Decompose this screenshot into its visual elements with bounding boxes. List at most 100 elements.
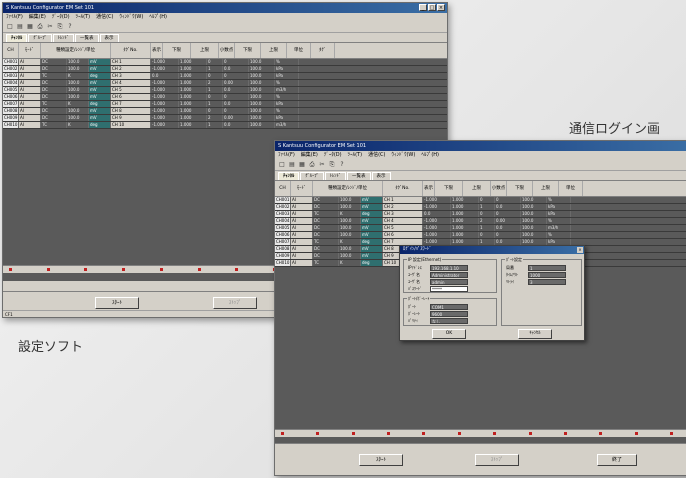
field-input[interactable]: COM1 xyxy=(430,304,468,310)
table-cell[interactable]: AI xyxy=(19,73,41,79)
toolbar-button-icon[interactable]: ▦ xyxy=(26,23,34,31)
table-row[interactable]: CH002 AI DC 100.0 mV CH 2 -1.000 1.000 1 0.0 100.0… xyxy=(3,66,447,73)
table-row[interactable]: CH006 AI DC 100.0 mV CH 6 -1.000 1.000 0 0 100.0% xyxy=(3,94,447,101)
toolbar-button-icon[interactable]: □ xyxy=(6,23,14,31)
menu-item[interactable]: 編集(E) xyxy=(301,151,318,160)
column-header[interactable]: 下限 xyxy=(235,43,261,58)
cancel-button[interactable]: ｷｬﾝｾﾙ xyxy=(518,329,552,339)
column-header[interactable]: 単位 xyxy=(559,181,583,196)
tab[interactable]: 一覧表 xyxy=(347,172,371,180)
table-cell[interactable]: CH 4 xyxy=(383,218,423,224)
table-cell[interactable]: AI xyxy=(291,197,313,203)
table-cell[interactable]: CH 7 xyxy=(111,101,151,107)
toolbar-button-icon[interactable]: ✂ xyxy=(46,23,54,31)
toolbar-button-icon[interactable]: ▤ xyxy=(16,23,24,31)
column-header[interactable]: 上限 xyxy=(261,43,287,58)
toolbar-button-icon[interactable]: ⎙ xyxy=(308,161,316,169)
table-row[interactable]: CH009AIDC100.0mVCH 9-1.0001.00020.00100.… xyxy=(3,115,447,122)
table-cell[interactable]: AI xyxy=(291,239,313,245)
field-input[interactable]: 9600 xyxy=(430,311,468,317)
tab[interactable]: ﾁｬﾝﾈﾙ xyxy=(278,172,300,180)
column-header[interactable]: 表示 xyxy=(151,43,163,58)
menu-item[interactable]: ｳｨﾝﾄﾞｳ(W) xyxy=(391,151,415,160)
table-cell[interactable]: AI xyxy=(291,246,313,252)
table-row[interactable]: CH006 AI DC 100.0 mV CH 6 -1.000 1.000 0 0 100.0% xyxy=(275,232,686,239)
field-input[interactable]: admin xyxy=(430,279,468,285)
table-cell[interactable]: CH 3 xyxy=(111,73,151,79)
table-row[interactable]: CH003 AI TC Kdeg CH 3 0.0 1.000 0 0 100.0 kPa xyxy=(3,73,447,80)
table-cell[interactable]: AI xyxy=(291,232,313,238)
table-cell[interactable]: CH 1 xyxy=(111,59,151,65)
menu-item[interactable]: ﾍﾙﾌﾟ(H) xyxy=(421,151,439,160)
table-row[interactable]: CH004 AI DC 100.0 mV CH 4 -1.000 1.000 2 0.00 100.… xyxy=(3,80,447,87)
table-cell[interactable]: CH 4 xyxy=(111,80,151,86)
table-cell[interactable]: AI xyxy=(19,59,41,65)
toolbar-button-icon[interactable]: ? xyxy=(338,161,346,169)
table-cell[interactable]: AI xyxy=(19,101,41,107)
tab[interactable]: 一覧表 xyxy=(75,34,99,42)
table-row[interactable]: CH001 AI DC 100.0 mV CH 1 -1.000 1.000 0 0 100.0% xyxy=(3,59,447,66)
menu-item[interactable]: ﾂｰﾙ(T) xyxy=(76,13,90,22)
column-header[interactable]: 種類設定/ﾚﾝｼﾞ/単位 xyxy=(41,43,111,58)
menu-item[interactable]: ﾂｰﾙ(T) xyxy=(348,151,362,160)
column-header[interactable]: ﾓｰﾄﾞ xyxy=(19,43,41,58)
tab[interactable]: ｸﾞﾙｰﾌﾟ xyxy=(28,34,52,42)
table-cell[interactable]: AI xyxy=(19,108,41,114)
table-cell[interactable]: CH 10 xyxy=(111,122,151,128)
table-row[interactable]: CH010AITCKdegCH 10-1.0001.00010.0100.0m3… xyxy=(3,122,447,129)
column-header[interactable]: ﾀｸﾞNo. xyxy=(111,43,151,58)
table-cell[interactable]: CH 2 xyxy=(111,66,151,72)
close-icon[interactable]: × xyxy=(577,247,583,253)
toolbar-button-icon[interactable]: □ xyxy=(278,161,286,169)
table-row[interactable]: CH004 AI DC 100.0 mV CH 4 -1.000 1.000 2 0.00 100.… xyxy=(275,218,686,225)
menu-item[interactable]: 通信(C) xyxy=(368,151,385,160)
stop-button[interactable]: ｽﾄｯﾌﾟ xyxy=(475,454,519,466)
column-header[interactable]: 小数点 xyxy=(491,181,507,196)
start-button[interactable]: ｽﾀｰﾄ xyxy=(95,297,139,309)
table-cell[interactable]: AI xyxy=(19,80,41,86)
dialog-titlebar[interactable]: ﾛｸﾞｲﾝ/ﾊﾟｽﾜｰﾄﾞ × xyxy=(400,246,584,254)
toolbar-button-icon[interactable]: ⎘ xyxy=(328,161,336,169)
field-input[interactable]: Administrator xyxy=(430,272,468,278)
field-input[interactable]: 1 xyxy=(528,265,566,271)
table-cell[interactable]: CH 6 xyxy=(111,94,151,100)
tab[interactable]: ﾄﾚﾝﾄﾞ xyxy=(52,34,74,42)
column-header[interactable]: 上限 xyxy=(533,181,559,196)
toolbar-button-icon[interactable]: ✂ xyxy=(318,161,326,169)
toolbar-button-icon[interactable]: ⎙ xyxy=(36,23,44,31)
toolbar-button-icon[interactable]: ▦ xyxy=(298,161,306,169)
column-header[interactable]: ﾓｰﾄﾞ xyxy=(291,181,313,196)
table-cell[interactable]: AI xyxy=(291,204,313,210)
table-cell[interactable]: CH 5 xyxy=(383,225,423,231)
toolbar-button-icon[interactable]: ⎘ xyxy=(56,23,64,31)
column-header[interactable]: ﾀｸﾞNo. xyxy=(383,181,423,196)
toolbar-button-icon[interactable]: ▤ xyxy=(288,161,296,169)
table-cell[interactable]: CH 3 xyxy=(383,211,423,217)
table-row[interactable]: CH001 AI DC 100.0 mV CH 1 -1.000 1.000 0 0 100.0% xyxy=(275,197,686,204)
column-header[interactable]: 下限 xyxy=(163,43,191,58)
menu-item[interactable]: 通信(C) xyxy=(96,13,113,22)
table-cell[interactable]: CH 5 xyxy=(111,87,151,93)
table-cell[interactable]: CH 1 xyxy=(383,197,423,203)
column-header[interactable]: 単位 xyxy=(287,43,311,58)
toolbar-button-icon[interactable]: ? xyxy=(66,23,74,31)
table-cell[interactable]: CH 9 xyxy=(111,115,151,121)
tab[interactable]: ﾁｬﾝﾈﾙ xyxy=(6,34,28,42)
exit-button[interactable]: 終了 xyxy=(597,454,637,466)
window-titlebar[interactable]: S Kantsuu Configurator EM Set 101 xyxy=(275,141,686,151)
field-input[interactable]: 3 xyxy=(528,279,566,285)
field-input[interactable]: 1000 xyxy=(528,272,566,278)
table-cell[interactable]: AI xyxy=(291,253,313,259)
menu-item[interactable]: ｳｨﾝﾄﾞｳ(W) xyxy=(119,13,143,22)
table-row[interactable]: CH008AIDC100.0mVCH 8-1.0001.00000100.0% xyxy=(3,108,447,115)
table-cell[interactable]: AI xyxy=(291,225,313,231)
table-row[interactable]: CH002 AI DC 100.0 mV CH 2 -1.000 1.000 1 0.0 100.0… xyxy=(275,204,686,211)
horizontal-scrollbar[interactable] xyxy=(275,429,686,437)
stop-button[interactable]: ｽﾄｯﾌﾟ xyxy=(213,297,257,309)
column-header[interactable]: 下限 xyxy=(507,181,533,196)
column-header[interactable]: 表示 xyxy=(423,181,435,196)
table-row[interactable]: CH007 AI TC Kdeg CH 7 -1.000 1.000 1 0.0 100.0 kPa xyxy=(3,101,447,108)
tab[interactable]: ﾄﾚﾝﾄﾞ xyxy=(324,172,346,180)
table-cell[interactable]: CH 2 xyxy=(383,204,423,210)
field-input[interactable]: ***** xyxy=(430,286,468,292)
